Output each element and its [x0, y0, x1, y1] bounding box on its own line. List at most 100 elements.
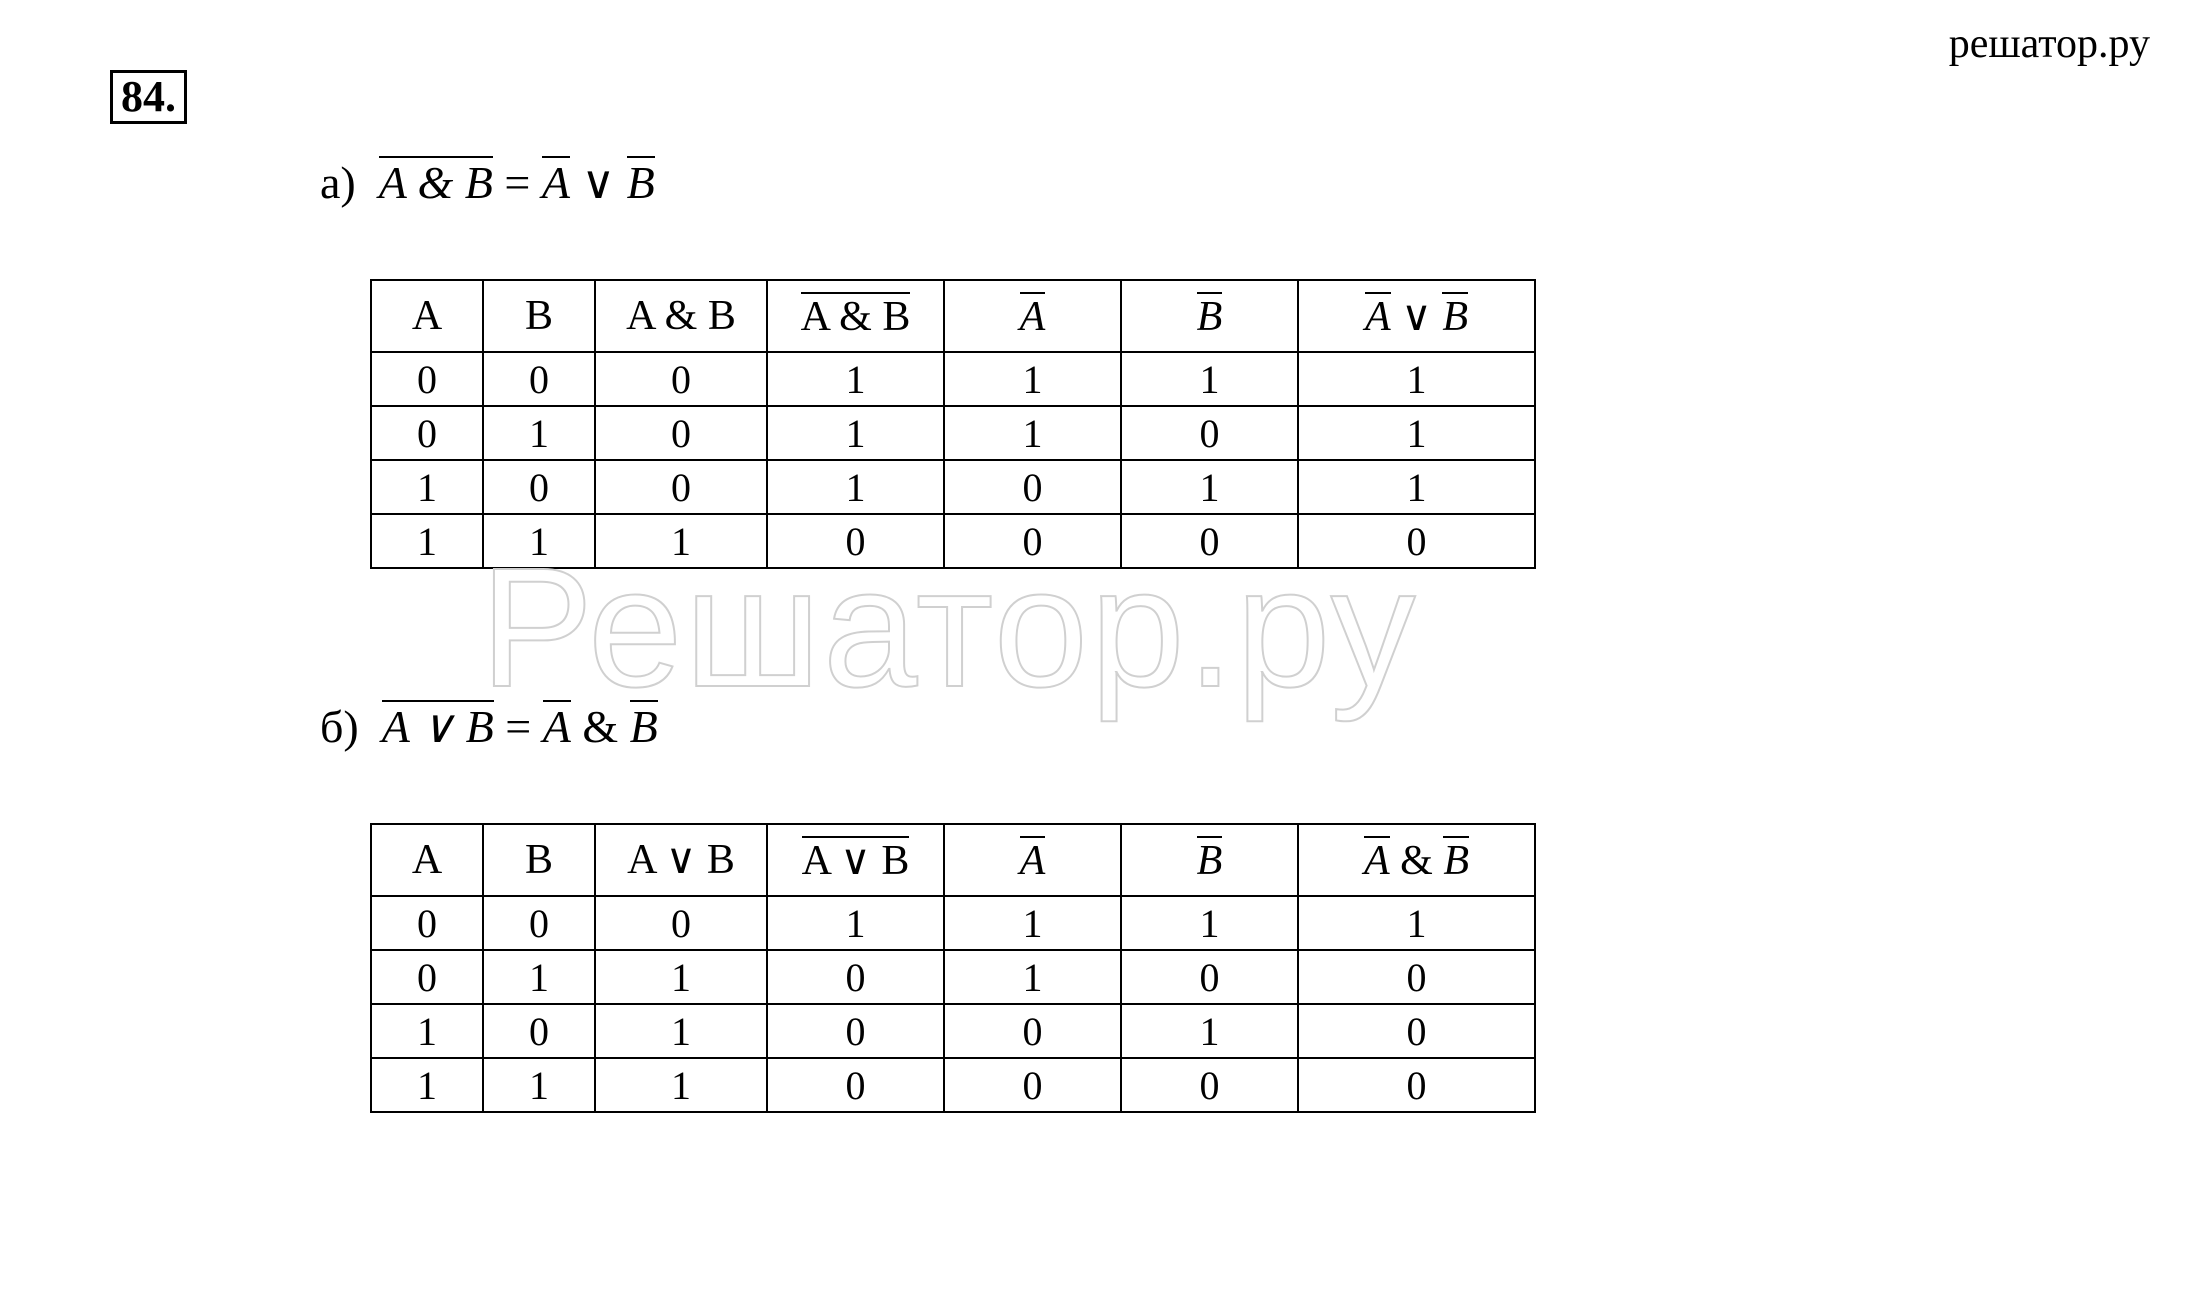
table-row: 1 1 1 0 0 0 0 [371, 514, 1535, 568]
th-a-A: A [371, 280, 483, 352]
cell: 0 [483, 1004, 595, 1058]
cell: 0 [595, 896, 767, 950]
th-a-notA-or-notB: A ∨ B [1298, 280, 1535, 352]
cell: 1 [483, 406, 595, 460]
cell: 1 [944, 406, 1121, 460]
formula-b-and: & [571, 701, 630, 752]
cell: 1 [595, 950, 767, 1004]
table-b-header-row: A B A ∨ B A ∨ B A B A & B [371, 824, 1535, 896]
formula-a-rhs-notB: B [627, 156, 655, 206]
table-row: 0 0 0 1 1 1 1 [371, 352, 1535, 406]
cell: 0 [1298, 1058, 1535, 1112]
cell: 1 [944, 352, 1121, 406]
table-row: 0 0 0 1 1 1 1 [371, 896, 1535, 950]
table-row: 1 1 1 0 0 0 0 [371, 1058, 1535, 1112]
cell: 0 [371, 406, 483, 460]
cell: 0 [767, 1058, 944, 1112]
cell: 1 [1121, 896, 1298, 950]
cell: 1 [483, 950, 595, 1004]
problem-number: 84. [121, 72, 176, 121]
cell: 0 [1121, 950, 1298, 1004]
cell: 1 [1298, 352, 1535, 406]
cell: 1 [595, 514, 767, 568]
th-b-notA-and-notB: A & B [1298, 824, 1535, 896]
table-row: 0 1 1 0 1 0 0 [371, 950, 1535, 1004]
th-b-AorB-text: A ∨ B [627, 839, 735, 881]
th-b-notB: B [1121, 824, 1298, 896]
cell: 0 [944, 460, 1121, 514]
cell: 0 [483, 896, 595, 950]
formula-a-rhs-notA: A [542, 156, 570, 206]
section-b-label: б) A ∨ B = A & B [320, 700, 1536, 753]
cell: 0 [1298, 950, 1535, 1004]
cell: 0 [767, 514, 944, 568]
cell: 1 [767, 406, 944, 460]
th-a-notAandB: A & B [767, 280, 944, 352]
section-a-label: а) A & B = A ∨ B [320, 155, 1536, 209]
cell: 1 [371, 1004, 483, 1058]
cell: 0 [1121, 406, 1298, 460]
th-a-notA-text: A [1020, 292, 1046, 338]
cell: 0 [944, 514, 1121, 568]
section-b: б) A ∨ B = A & B A B A ∨ B A ∨ B A B A &… [320, 700, 1536, 1113]
cell: 1 [1298, 896, 1535, 950]
cell: 0 [595, 406, 767, 460]
th-b-notB-text: B [1197, 836, 1223, 882]
formula-b-eq: = [494, 701, 543, 752]
th-a-notA: A [944, 280, 1121, 352]
cell: 1 [371, 460, 483, 514]
th-b-A-text: A [412, 839, 442, 881]
cell: 1 [1298, 406, 1535, 460]
table-row: 1 0 1 0 0 1 0 [371, 1004, 1535, 1058]
cell: 1 [1298, 460, 1535, 514]
cell: 1 [483, 1058, 595, 1112]
th-b-AorB: A ∨ B [595, 824, 767, 896]
th-a-B: B [483, 280, 595, 352]
formula-b-lhs-overline: A ∨ B [382, 700, 494, 750]
th-b-res-A: A [1364, 836, 1390, 882]
cell: 1 [595, 1058, 767, 1112]
cell: 1 [371, 514, 483, 568]
cell: 0 [595, 460, 767, 514]
cell: 1 [1121, 460, 1298, 514]
th-a-AandB: A & B [595, 280, 767, 352]
th-b-B: B [483, 824, 595, 896]
formula-a-eq: = [493, 157, 542, 208]
th-a-notB-text: B [1197, 292, 1223, 338]
cell: 0 [483, 352, 595, 406]
cell: 0 [595, 352, 767, 406]
cell: 1 [944, 950, 1121, 1004]
cell: 1 [944, 896, 1121, 950]
th-a-B-text: B [525, 295, 553, 337]
th-a-notB: B [1121, 280, 1298, 352]
table-row: 0 1 0 1 1 0 1 [371, 406, 1535, 460]
cell: 0 [767, 1004, 944, 1058]
formula-b-rhs-notA: A [543, 700, 571, 750]
cell: 1 [767, 896, 944, 950]
cell: 0 [767, 950, 944, 1004]
cell: 1 [595, 1004, 767, 1058]
cell: 0 [1298, 1004, 1535, 1058]
cell: 1 [767, 460, 944, 514]
cell: 0 [1121, 1058, 1298, 1112]
formula-b-rhs-notB: B [630, 700, 658, 750]
cell: 0 [1298, 514, 1535, 568]
cell: 0 [944, 1004, 1121, 1058]
th-b-notAorB: A ∨ B [767, 824, 944, 896]
formula-a-lhs-overline: A & B [379, 156, 493, 206]
cell: 1 [1121, 352, 1298, 406]
watermark-top: решатор.ру [1949, 20, 2150, 68]
truth-table-a: A B A & B A & B A B A ∨ B 0 0 0 1 1 1 [370, 279, 1536, 569]
th-b-notA-text: A [1020, 836, 1046, 882]
section-b-letter: б) [320, 701, 359, 752]
th-a-res-or: ∨ [1391, 294, 1443, 340]
th-b-A: A [371, 824, 483, 896]
th-b-res-B: B [1443, 836, 1469, 882]
cell: 0 [944, 1058, 1121, 1112]
cell: 0 [1121, 514, 1298, 568]
cell: 0 [371, 896, 483, 950]
cell: 1 [767, 352, 944, 406]
truth-table-b: A B A ∨ B A ∨ B A B A & B 0 0 0 1 1 1 [370, 823, 1536, 1113]
cell: 0 [371, 950, 483, 1004]
cell: 0 [483, 460, 595, 514]
